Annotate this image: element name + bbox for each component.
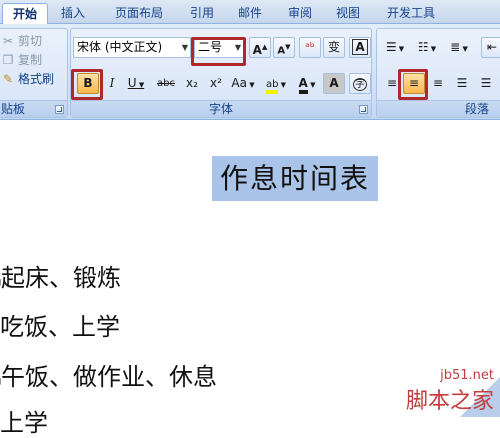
grow-font-icon: A bbox=[252, 43, 262, 57]
underline-icon: U bbox=[127, 76, 137, 90]
character-shading-button[interactable]: A bbox=[323, 73, 345, 94]
numbered-list-icon: ☷ bbox=[417, 40, 429, 54]
character-border-icon: A bbox=[352, 39, 368, 55]
eraser-icon: ᵃᵇ bbox=[305, 40, 315, 54]
italic-button[interactable]: I bbox=[101, 73, 123, 94]
decrease-indent-icon: ⇤ bbox=[486, 40, 498, 54]
document-title[interactable]: 作息时间表 bbox=[212, 156, 379, 201]
format-painter-label: 格式刷 bbox=[18, 72, 55, 86]
enclose-characters-icon: 字 bbox=[353, 78, 367, 91]
multilevel-list-icon: ≣ bbox=[450, 40, 461, 54]
shrink-font-button[interactable]: A▼ bbox=[273, 37, 295, 58]
bullets-button[interactable]: ☰ ▼ bbox=[381, 37, 409, 58]
font-dialog-launcher-icon[interactable] bbox=[359, 105, 368, 114]
tab-insert[interactable]: 插入 bbox=[52, 3, 94, 24]
superscript-button[interactable]: x² bbox=[205, 73, 227, 94]
change-case-button[interactable]: Aa ▼ bbox=[229, 73, 257, 94]
align-right-icon: ≡ bbox=[432, 76, 444, 90]
cut-label: 剪切 bbox=[18, 34, 43, 48]
clipboard-group: ✂ 剪切 ❐ 复制 ✎ 格式刷 贴板 bbox=[0, 28, 68, 118]
align-right-button[interactable]: ≡ bbox=[427, 73, 449, 94]
underline-button[interactable]: U ▼ bbox=[125, 73, 147, 94]
font-color-icon: A bbox=[298, 76, 308, 94]
tab-review[interactable]: 审阅 bbox=[280, 3, 320, 24]
superscript-icon: x² bbox=[210, 76, 222, 90]
distributed-icon: ☰ bbox=[480, 76, 492, 90]
clipboard-dialog-launcher-icon[interactable] bbox=[55, 105, 64, 114]
shrink-font-icon: A bbox=[277, 45, 286, 57]
document-line[interactable]: ◂午饭、做作业、休息 bbox=[0, 357, 217, 392]
line-text: 午饭、做作业、休息 bbox=[1, 363, 218, 391]
character-border-button[interactable]: A bbox=[349, 37, 371, 58]
watermark-name: 脚本之家 bbox=[405, 389, 494, 414]
document-page[interactable]: 作息时间表 ◂起床、锻炼 吃饭、上学 ◂午饭、做作业、休息 上学 jb51.ne… bbox=[0, 121, 500, 437]
bullet-list-icon: ☰ bbox=[385, 40, 397, 54]
strikethrough-button[interactable]: abc bbox=[155, 73, 177, 94]
cut-button[interactable]: ✂ 剪切 bbox=[1, 32, 42, 50]
paragraph-group: ☰ ▼ ☷ ▼ ≣ ▼ ⇤ ≡ ≡ ≡ ☰ ☰ 段落 bbox=[376, 28, 500, 118]
clear-formatting-button[interactable]: ᵃᵇ bbox=[299, 37, 321, 58]
ribbon-tab-bar: 开始 插入 页面布局 引用 邮件 审阅 视图 开发工具 bbox=[0, 0, 500, 24]
justify-icon: ☰ bbox=[456, 76, 468, 90]
site-watermark: jb51.net 脚本之家 bbox=[406, 368, 494, 415]
font-name-value: 宋体 (中文正文) bbox=[77, 40, 163, 54]
chevron-down-icon: ▼ bbox=[181, 43, 188, 52]
italic-icon: I bbox=[109, 76, 115, 90]
character-shading-icon: A bbox=[329, 76, 339, 90]
decrease-indent-button[interactable]: ⇤ bbox=[481, 37, 500, 58]
distributed-button[interactable]: ☰ bbox=[475, 73, 497, 94]
tab-developer[interactable]: 开发工具 bbox=[376, 3, 446, 24]
paintbrush-icon: ✎ bbox=[2, 72, 14, 86]
copy-button[interactable]: ❐ 复制 bbox=[1, 51, 42, 69]
tab-references[interactable]: 引用 bbox=[184, 3, 220, 24]
paragraph-group-label: 段落 bbox=[377, 100, 500, 117]
phonetic-guide-button[interactable]: 变 bbox=[323, 37, 345, 58]
font-color-button[interactable]: A ▼ bbox=[293, 73, 321, 94]
grow-font-button[interactable]: A▲ bbox=[249, 37, 271, 58]
watermark-site: jb51.net bbox=[440, 368, 494, 383]
line-text: 上学 bbox=[0, 409, 48, 437]
subscript-button[interactable]: x₂ bbox=[181, 73, 203, 94]
strikethrough-icon: abc bbox=[157, 78, 175, 89]
document-line[interactable]: ◂起床、锻炼 bbox=[0, 258, 121, 293]
document-line[interactable]: 上学 bbox=[0, 403, 48, 438]
align-left-icon: ≡ bbox=[386, 76, 398, 90]
multilevel-list-button[interactable]: ≣ ▼ bbox=[445, 37, 473, 58]
format-painter-button[interactable]: ✎ 格式刷 bbox=[1, 70, 54, 88]
bold-highlight-box bbox=[71, 69, 103, 100]
tab-view[interactable]: 视图 bbox=[328, 3, 368, 24]
align-center-highlight-box bbox=[398, 69, 428, 100]
text-highlight-button[interactable]: ab ▼ bbox=[261, 73, 291, 94]
font-name-combo[interactable]: 宋体 (中文正文) ▼ bbox=[73, 37, 191, 58]
copy-icon: ❐ bbox=[2, 53, 14, 67]
justify-button[interactable]: ☰ bbox=[451, 73, 473, 94]
font-group-label: 字体 bbox=[71, 100, 371, 117]
font-size-highlight-box bbox=[191, 37, 246, 66]
copy-label: 复制 bbox=[18, 53, 43, 67]
line-text: 起床、锻炼 bbox=[1, 264, 122, 292]
highlighter-icon: ab bbox=[265, 79, 279, 94]
document-line[interactable]: 吃饭、上学 bbox=[0, 307, 120, 342]
subscript-icon: x₂ bbox=[186, 76, 198, 90]
phonetic-guide-icon: 变 bbox=[327, 40, 340, 54]
change-case-icon: Aa bbox=[231, 76, 247, 90]
line-text: 吃饭、上学 bbox=[0, 313, 120, 341]
enclose-characters-button[interactable]: 字 bbox=[349, 73, 371, 94]
tab-mailings[interactable]: 邮件 bbox=[230, 3, 270, 24]
tab-page-layout[interactable]: 页面布局 bbox=[104, 3, 174, 24]
ribbon: ✂ 剪切 ❐ 复制 ✎ 格式刷 贴板 宋体 (中文正文) ▼ 二号 ▼ A▲ A▼ ᵃ… bbox=[0, 24, 500, 120]
tab-home[interactable]: 开始 bbox=[2, 3, 48, 24]
scissors-icon: ✂ bbox=[2, 34, 14, 48]
numbering-button[interactable]: ☷ ▼ bbox=[413, 37, 441, 58]
